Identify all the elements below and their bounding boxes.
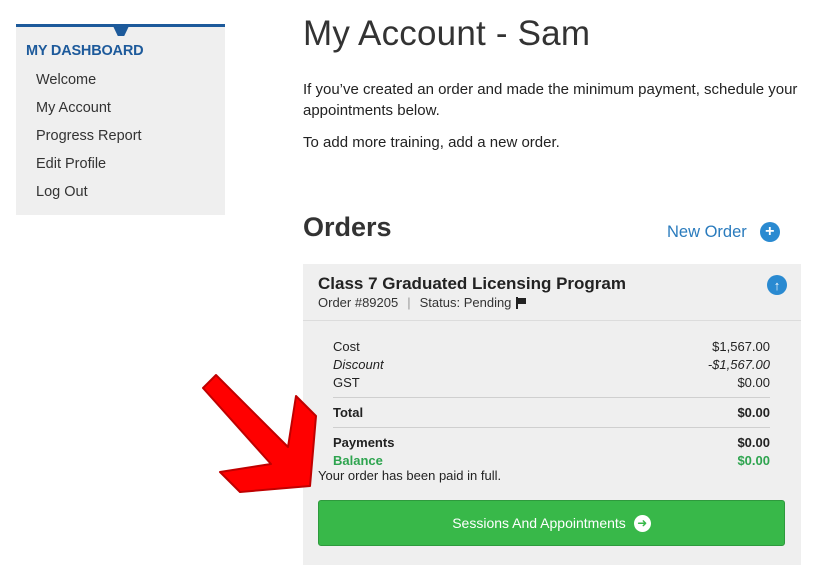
sidebar-menu: Welcome My Account Progress Report Edit … (36, 70, 142, 210)
discount-label: Discount (333, 357, 384, 372)
order-card: Class 7 Graduated Licensing Program Orde… (303, 264, 801, 565)
arrow-right-circle-icon[interactable]: ➜ (633, 514, 651, 532)
divider (333, 427, 770, 428)
sidebar-item-progress-report[interactable]: Progress Report (36, 126, 142, 154)
total-row: Total $0.00 (333, 404, 770, 422)
order-card-header: Class 7 Graduated Licensing Program Orde… (303, 264, 801, 321)
red-arrow-annotation (202, 374, 317, 493)
cost-row: Cost $1,567.00 (333, 338, 770, 356)
page-title: My Account - Sam (303, 14, 591, 53)
gst-label: GST (333, 375, 360, 390)
intro-text: If you’ve created an order and made the … (303, 81, 798, 119)
payments-value: $0.00 (737, 435, 770, 450)
dashboard-sidebar: MY DASHBOARD Welcome My Account Progress… (16, 24, 225, 215)
arrow-up-circle-icon[interactable]: ↑ (767, 275, 787, 295)
cost-value: $1,567.00 (712, 339, 770, 354)
payments-row: Payments $0.00 (333, 434, 770, 452)
sidebar-notch-indicator (113, 26, 129, 36)
plus-circle-icon[interactable]: + (759, 222, 780, 242)
sessions-and-appointments-button[interactable]: Sessions And Appointments ➜ (318, 500, 785, 546)
order-cost-breakdown: Cost $1,567.00 Discount -$1,567.00 GST $… (333, 338, 770, 470)
order-number: Order #89205 (318, 295, 399, 310)
order-status: Status: Pending (419, 295, 512, 310)
total-value: $0.00 (737, 405, 770, 420)
order-meta: Order #89205 | Status: Pending (318, 295, 527, 310)
sidebar-item-edit-profile[interactable]: Edit Profile (36, 154, 142, 182)
cost-label: Cost (333, 339, 360, 354)
new-order-button[interactable]: New Order + (667, 222, 780, 242)
flag-icon (516, 296, 527, 309)
gst-value: $0.00 (737, 375, 770, 390)
total-label: Total (333, 405, 364, 420)
sidebar-item-welcome[interactable]: Welcome (36, 70, 142, 98)
order-title: Class 7 Graduated Licensing Program (318, 274, 626, 293)
meta-separator: | (407, 295, 411, 310)
divider (333, 397, 770, 398)
sidebar-item-my-account[interactable]: My Account (36, 98, 142, 126)
new-order-label[interactable]: New Order (667, 223, 747, 242)
orders-heading: Orders (303, 212, 392, 242)
sidebar-item-log-out[interactable]: Log Out (36, 182, 142, 210)
balance-value: $0.00 (737, 453, 770, 468)
discount-row: Discount -$1,567.00 (333, 356, 770, 374)
sidebar-title: MY DASHBOARD (26, 43, 144, 59)
payments-label: Payments (333, 435, 395, 450)
sessions-button-label[interactable]: Sessions And Appointments (452, 515, 626, 531)
paid-in-full-message: Your order has been paid in full. (318, 468, 502, 483)
add-training-text: To add more training, add a new order. (303, 134, 560, 151)
gst-row: GST $0.00 (333, 374, 770, 392)
discount-value: -$1,567.00 (707, 357, 770, 372)
